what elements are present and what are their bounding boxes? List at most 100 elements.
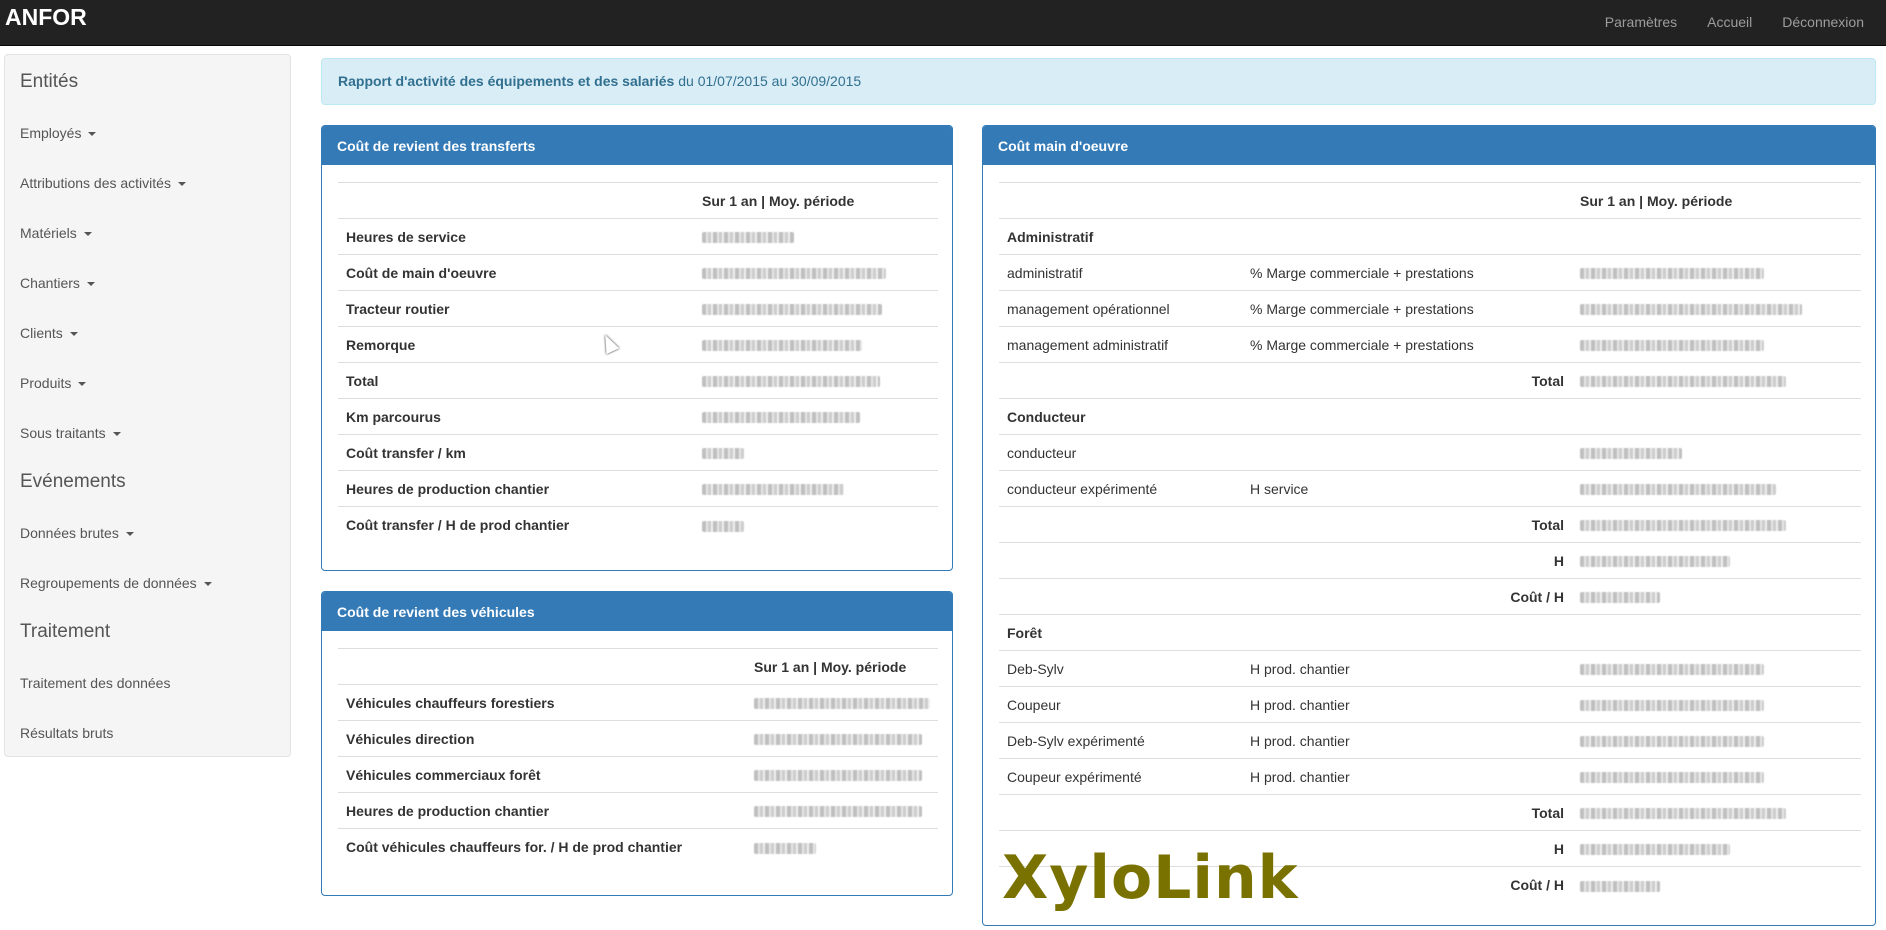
column-header: Sur 1 an | Moy. période xyxy=(754,658,907,675)
nav-parametres[interactable]: Paramètres xyxy=(1605,14,1677,30)
table-row: Heures de production chantier xyxy=(338,792,938,829)
row-label: Coût véhicules chauffeurs for. / H de pr… xyxy=(346,838,683,855)
table-row: Tracteur routier xyxy=(338,290,938,327)
row-basis: % Marge commerciale + prestations xyxy=(1250,336,1474,353)
sidebar-item-traitement-donnees[interactable]: Traitement des données xyxy=(20,675,170,691)
row-label: Total xyxy=(346,372,379,389)
redacted-value xyxy=(1580,556,1730,568)
row-basis: H prod. chantier xyxy=(1250,768,1350,785)
redacted-value xyxy=(702,232,794,244)
row-label: Véhicules commerciaux forêt xyxy=(346,766,541,783)
report-period-alert: Rapport d'activité des équipements et de… xyxy=(321,58,1876,105)
row-label: conducteur xyxy=(1007,444,1077,461)
sidebar-item-employes[interactable]: Employés xyxy=(20,125,97,141)
caret-down-icon xyxy=(78,382,87,387)
top-navbar: ANFOR Paramètres Accueil Déconnexion xyxy=(0,0,1886,46)
sidebar-item-produits[interactable]: Produits xyxy=(20,375,87,391)
row-label: Heures de production chantier xyxy=(346,802,550,819)
row-label: conducteur expérimenté xyxy=(1007,480,1158,497)
hours-row: H xyxy=(999,542,1861,579)
sidebar-item-materiels[interactable]: Matériels xyxy=(20,225,92,241)
redacted-value xyxy=(702,340,862,352)
row-basis: % Marge commerciale + prestations xyxy=(1250,300,1474,317)
redacted-value xyxy=(1580,772,1764,784)
row-label: Coût transfer / H de prod chantier xyxy=(346,516,570,533)
row-label: Coût de main d'oeuvre xyxy=(346,264,497,281)
row-label: Deb-Sylv expérimenté xyxy=(1007,732,1145,749)
total-row: Total xyxy=(999,506,1861,543)
table-row: Véhicules chauffeurs forestiers xyxy=(338,684,938,721)
redacted-value xyxy=(702,268,886,280)
redacted-value xyxy=(1580,844,1730,856)
caret-down-icon xyxy=(112,432,121,437)
hours-label: H xyxy=(1553,552,1564,569)
group-label: Administratif xyxy=(1007,228,1094,245)
redacted-value xyxy=(1580,664,1764,676)
redacted-value xyxy=(702,520,744,532)
sidebar-heading-traitement: Traitement xyxy=(20,621,111,642)
sidebar-item-label: Chantiers xyxy=(20,275,80,291)
sidebar-item-label: Matériels xyxy=(20,225,77,241)
row-basis: H prod. chantier xyxy=(1250,660,1350,677)
xylolink-logo: XyloLink xyxy=(1002,843,1299,913)
redacted-value xyxy=(1580,520,1786,532)
redacted-value xyxy=(754,842,816,854)
sidebar-item-donnees-brutes[interactable]: Données brutes xyxy=(20,525,134,541)
row-basis: H prod. chantier xyxy=(1250,732,1350,749)
caret-down-icon xyxy=(86,282,95,287)
nav-deconnexion[interactable]: Déconnexion xyxy=(1782,14,1864,30)
row-label: administratif xyxy=(1007,264,1083,281)
nav-accueil[interactable]: Accueil xyxy=(1707,14,1752,30)
caret-down-icon xyxy=(177,182,186,187)
redacted-value xyxy=(1580,880,1660,892)
table-row: Deb-Sylv expérimenté H prod. chantier xyxy=(999,722,1861,759)
redacted-value xyxy=(1580,808,1786,820)
table-row: conducteur expérimenté H service xyxy=(999,470,1861,507)
row-basis: % Marge commerciale + prestations xyxy=(1250,264,1474,281)
table-row: Coupeur H prod. chantier xyxy=(999,686,1861,723)
sidebar-item-resultats-bruts[interactable]: Résultats bruts xyxy=(20,725,113,741)
table-row: Heures de service xyxy=(338,218,938,255)
caret-down-icon xyxy=(203,582,212,587)
redacted-value xyxy=(702,304,882,316)
cost-per-hour-label: Coût / H xyxy=(1510,588,1564,605)
panel-title: Coût main d'oeuvre xyxy=(983,126,1875,165)
sidebar-item-attributions[interactable]: Attributions des activités xyxy=(20,175,186,191)
table-header-row: Sur 1 an | Moy. période xyxy=(338,648,938,685)
sidebar: Entités Employés Attributions des activi… xyxy=(4,54,291,757)
redacted-value xyxy=(754,734,922,746)
redacted-value xyxy=(702,448,744,460)
table-row: management administratif % Marge commerci… xyxy=(999,326,1861,363)
caret-down-icon xyxy=(88,132,97,137)
sidebar-item-regroupements[interactable]: Regroupements de données xyxy=(20,575,212,591)
redacted-value xyxy=(754,806,922,818)
table-row: Heures de production chantier xyxy=(338,470,938,507)
panel-title: Coût de revient des transferts xyxy=(322,126,952,165)
sidebar-item-label: Données brutes xyxy=(20,525,119,541)
group-label: Forêt xyxy=(1007,624,1042,641)
sidebar-item-clients[interactable]: Clients xyxy=(20,325,78,341)
table-header-row: Sur 1 an | Moy. période xyxy=(338,182,938,219)
sidebar-item-chantiers[interactable]: Chantiers xyxy=(20,275,95,291)
caret-down-icon xyxy=(83,232,92,237)
nav-links: Paramètres Accueil Déconnexion xyxy=(1575,0,1864,44)
redacted-value xyxy=(1580,340,1764,352)
transferts-table: Sur 1 an | Moy. période Heures de servic… xyxy=(338,182,938,543)
column-header: Sur 1 an | Moy. période xyxy=(1580,192,1733,209)
brand-logo[interactable]: ANFOR xyxy=(5,4,87,31)
row-label: Remorque xyxy=(346,336,416,353)
row-label: Deb-Sylv xyxy=(1007,660,1064,677)
redacted-value xyxy=(754,698,930,710)
total-label: Total xyxy=(1531,804,1564,821)
table-row: Coût de main d'oeuvre xyxy=(338,254,938,291)
cost-per-hour-row: Coût / H xyxy=(999,578,1861,615)
group-row: Conducteur xyxy=(999,398,1861,435)
redacted-value xyxy=(754,770,922,782)
row-label: management administratif xyxy=(1007,336,1169,353)
row-basis: H prod. chantier xyxy=(1250,696,1350,713)
sidebar-heading-entites: Entités xyxy=(20,71,79,92)
sidebar-item-label: Produits xyxy=(20,375,72,391)
redacted-value xyxy=(1580,268,1764,280)
sidebar-item-sous-traitants[interactable]: Sous traitants xyxy=(20,425,121,441)
report-title: Rapport d'activité des équipements et de… xyxy=(338,73,675,89)
